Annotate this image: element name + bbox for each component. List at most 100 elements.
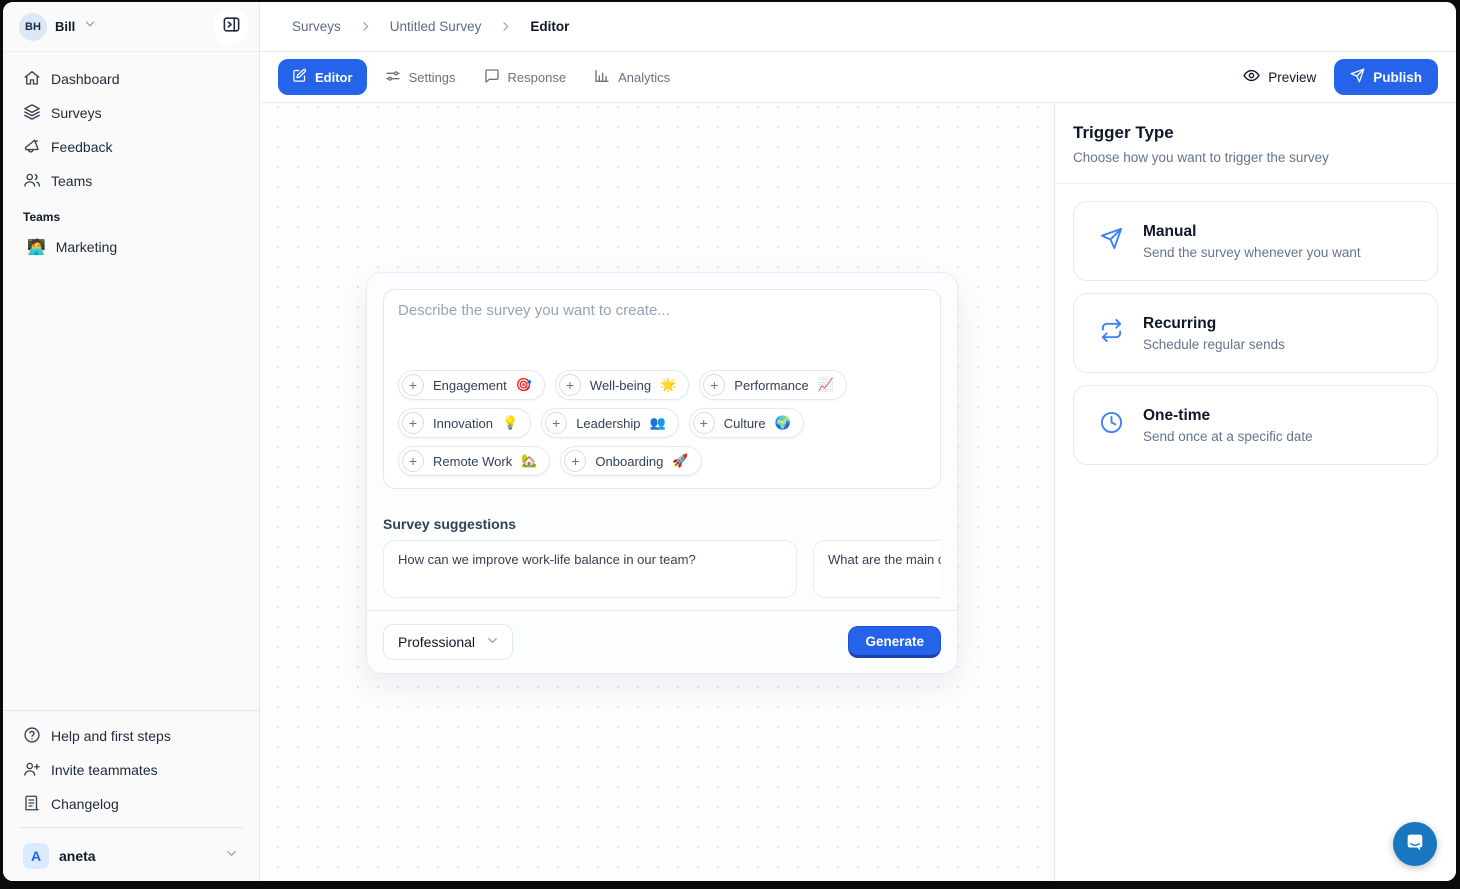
technologist-emoji-icon: 🧑‍💻 <box>27 238 46 256</box>
chip-label: Culture <box>724 416 766 431</box>
sidebar-item-changelog[interactable]: Changelog <box>15 787 247 821</box>
sidebar-footer: Help and first steps Invite teammates Ch… <box>3 710 259 881</box>
tab-analytics[interactable]: Analytics <box>584 60 680 95</box>
chevron-right-icon <box>499 20 512 33</box>
sidebar-item-label: Invite teammates <box>51 762 158 778</box>
sidebar-collapse-button[interactable] <box>213 9 249 45</box>
sidebar-header: BH Bill <box>3 2 259 52</box>
chart-emoji-icon: 📈 <box>818 378 834 393</box>
workspace-avatar: BH <box>19 13 47 41</box>
breadcrumb: Surveys Untitled Survey Editor <box>260 2 1456 52</box>
plus-icon: + <box>559 374 581 396</box>
sidebar-item-feedback[interactable]: Feedback <box>15 130 247 164</box>
account-name: aneta <box>59 848 214 864</box>
plus-icon: + <box>402 374 424 396</box>
plus-icon: + <box>703 374 725 396</box>
tab-editor[interactable]: Editor <box>278 59 367 95</box>
chat-bubble-icon <box>1404 831 1426 858</box>
dart-emoji-icon: 🎯 <box>516 378 532 393</box>
tone-select[interactable]: Professional <box>383 624 513 660</box>
plus-icon: + <box>564 450 586 472</box>
newspaper-icon <box>23 794 41 815</box>
trigger-title: Manual <box>1143 223 1361 241</box>
sidebar-item-label: Help and first steps <box>51 728 171 744</box>
sidebar-item-help[interactable]: Help and first steps <box>15 719 247 753</box>
chip-label: Well-being <box>590 378 651 393</box>
sidebar-item-teams[interactable]: Teams <box>15 164 247 198</box>
plus-icon: + <box>693 412 715 434</box>
trigger-option-text: Manual Send the survey whenever you want <box>1143 223 1361 260</box>
workspace-switcher[interactable]: BH Bill <box>19 13 97 41</box>
workspace: + Engagement 🎯 + Well-being 🌟 + <box>260 103 1456 881</box>
sidebar-item-team-marketing[interactable]: 🧑‍💻 Marketing <box>15 230 247 264</box>
sidebar-item-label: Dashboard <box>51 71 120 87</box>
send-icon <box>1350 68 1365 86</box>
preview-button[interactable]: Preview <box>1243 67 1316 87</box>
trigger-option-manual[interactable]: Manual Send the survey whenever you want <box>1073 201 1438 281</box>
main-column: Surveys Untitled Survey Editor Editor <box>260 2 1456 881</box>
rocket-emoji-icon: 🚀 <box>672 454 688 469</box>
suggestion-card[interactable]: How can we improve work-life balance in … <box>383 540 797 598</box>
account-avatar: A <box>23 843 49 869</box>
tab-settings[interactable]: Settings <box>375 60 466 95</box>
chip-innovation[interactable]: + Innovation 💡 <box>398 408 531 438</box>
suggestions-row: How can we improve work-life balance in … <box>383 540 941 598</box>
plus-icon: + <box>402 450 424 472</box>
sidebar-item-dashboard[interactable]: Dashboard <box>15 62 247 96</box>
sidebar-item-invite[interactable]: Invite teammates <box>15 753 247 787</box>
chip-label: Innovation <box>433 416 493 431</box>
survey-description-input[interactable] <box>398 302 926 370</box>
trigger-title: One-time <box>1143 407 1313 425</box>
account-menu[interactable]: A aneta <box>15 834 247 881</box>
sidebar-item-label: Changelog <box>51 796 119 812</box>
chevron-down-icon <box>485 633 500 651</box>
chat-launcher-button[interactable] <box>1393 822 1437 866</box>
repeat-icon <box>1100 319 1123 347</box>
topic-chips: + Engagement 🎯 + Well-being 🌟 + <box>398 370 926 476</box>
trigger-option-one-time[interactable]: One-time Send once at a specific date <box>1073 385 1438 465</box>
trigger-title: Recurring <box>1143 315 1285 333</box>
chip-label: Onboarding <box>595 454 663 469</box>
sidebar-nav: Dashboard Surveys Feedback Teams <box>3 52 259 264</box>
bar-chart-icon <box>594 68 610 87</box>
sidebar-item-surveys[interactable]: Surveys <box>15 96 247 130</box>
clock-icon <box>1100 411 1123 439</box>
panel-title: Trigger Type <box>1073 123 1438 143</box>
breadcrumb-survey-name[interactable]: Untitled Survey <box>390 19 482 34</box>
breadcrumb-editor: Editor <box>530 19 569 34</box>
ai-prompt-card: + Engagement 🎯 + Well-being 🌟 + <box>366 272 958 674</box>
trigger-option-recurring[interactable]: Recurring Schedule regular sends <box>1073 293 1438 373</box>
chip-culture[interactable]: + Culture 🌍 <box>689 408 804 438</box>
chip-label: Engagement <box>433 378 507 393</box>
chip-label: Leadership <box>576 416 640 431</box>
plus-icon: + <box>545 412 567 434</box>
chip-label: Performance <box>734 378 808 393</box>
generate-button[interactable]: Generate <box>848 626 941 658</box>
breadcrumb-surveys[interactable]: Surveys <box>292 19 341 34</box>
chip-onboarding[interactable]: + Onboarding 🚀 <box>560 446 701 476</box>
tab-response[interactable]: Response <box>474 60 577 95</box>
tab-label: Settings <box>409 70 456 85</box>
send-icon <box>1100 227 1123 255</box>
toolbar-actions: Preview Publish <box>1243 59 1438 95</box>
trigger-type-panel: Trigger Type Choose how you want to trig… <box>1054 103 1456 881</box>
sidebar-item-label: Teams <box>51 173 92 189</box>
chevron-down-icon <box>224 846 239 866</box>
globe-emoji-icon: 🌍 <box>775 416 791 431</box>
suggestion-card[interactable]: What are the main ob <box>813 540 941 598</box>
edit-pencil-icon <box>292 68 307 86</box>
chip-well-being[interactable]: + Well-being 🌟 <box>555 370 689 400</box>
trigger-description: Schedule regular sends <box>1143 337 1285 352</box>
layers-icon <box>23 103 41 124</box>
prompt-input-card: + Engagement 🎯 + Well-being 🌟 + <box>383 289 941 489</box>
chip-engagement[interactable]: + Engagement 🎯 <box>398 370 545 400</box>
star-emoji-icon: 🌟 <box>660 378 676 393</box>
chevron-right-icon <box>359 20 372 33</box>
chip-performance[interactable]: + Performance 📈 <box>699 370 847 400</box>
chip-remote-work[interactable]: + Remote Work 🏡 <box>398 446 550 476</box>
publish-button[interactable]: Publish <box>1334 59 1438 95</box>
survey-canvas[interactable]: + Engagement 🎯 + Well-being 🌟 + <box>260 103 1054 881</box>
chevron-down-icon <box>83 17 97 36</box>
chip-leadership[interactable]: + Leadership 👥 <box>541 408 679 438</box>
app-window: BH Bill Dashboard <box>3 2 1456 881</box>
